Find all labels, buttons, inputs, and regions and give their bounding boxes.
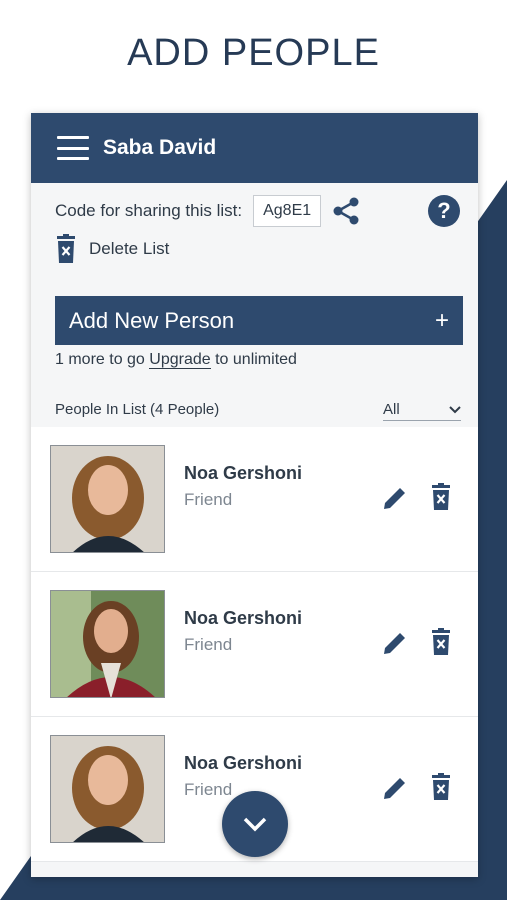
upgrade-link[interactable]: Upgrade [149, 351, 211, 369]
add-new-person-label: Add New Person [69, 307, 235, 333]
plus-icon: + [434, 306, 449, 334]
share-icon[interactable] [331, 196, 361, 226]
trash-icon[interactable] [431, 628, 451, 656]
person-relation: Friend [184, 635, 233, 654]
upgrade-prefix: 1 more to go [55, 351, 145, 368]
chevron-down-icon [449, 405, 461, 413]
trash-icon[interactable] [431, 773, 451, 801]
sharing-label: Code for sharing this list: [55, 201, 243, 220]
chevron-down-icon [243, 817, 267, 832]
list-item[interactable]: Noa Gershoni Friend [31, 572, 478, 717]
page-heading: ADD PEOPLE [127, 32, 380, 74]
hamburger-menu-icon[interactable] [57, 136, 89, 160]
scroll-down-button[interactable] [222, 791, 288, 857]
add-new-person-button[interactable]: Add New Person + [55, 296, 463, 345]
filter-value: All [383, 401, 400, 418]
person-name: Noa Gershoni [184, 608, 303, 628]
help-icon[interactable]: ? [428, 195, 460, 227]
app-bar-title: Saba David [103, 136, 217, 159]
pencil-edit-icon[interactable] [381, 774, 409, 802]
avatar [50, 445, 165, 553]
pencil-edit-icon[interactable] [381, 484, 409, 512]
delete-list-label: Delete List [89, 239, 170, 258]
sharing-row: Code for sharing this list: Ag8E1 ? [55, 194, 460, 228]
people-filter-select[interactable]: All [383, 399, 461, 421]
avatar [50, 735, 165, 843]
person-relation: Friend [184, 490, 233, 509]
pencil-edit-icon[interactable] [381, 629, 409, 657]
trash-icon[interactable] [431, 483, 451, 511]
list-item[interactable]: Noa Gershoni Friend [31, 427, 478, 572]
upgrade-suffix: to unlimited [215, 351, 297, 368]
people-list-header: People In List (4 People) [55, 401, 220, 418]
upgrade-row: 1 more to go Upgrade to unlimited [55, 351, 297, 369]
avatar [50, 590, 165, 698]
person-name: Noa Gershoni [184, 753, 303, 773]
app-bar: Saba David [31, 113, 478, 183]
person-name: Noa Gershoni [184, 463, 303, 483]
trash-icon [57, 234, 75, 263]
sharing-code[interactable]: Ag8E1 [253, 195, 322, 227]
person-relation: Friend [184, 780, 233, 799]
app-screen: Saba David Code for sharing this list: A… [31, 113, 478, 877]
delete-list-button[interactable]: Delete List [55, 234, 169, 264]
